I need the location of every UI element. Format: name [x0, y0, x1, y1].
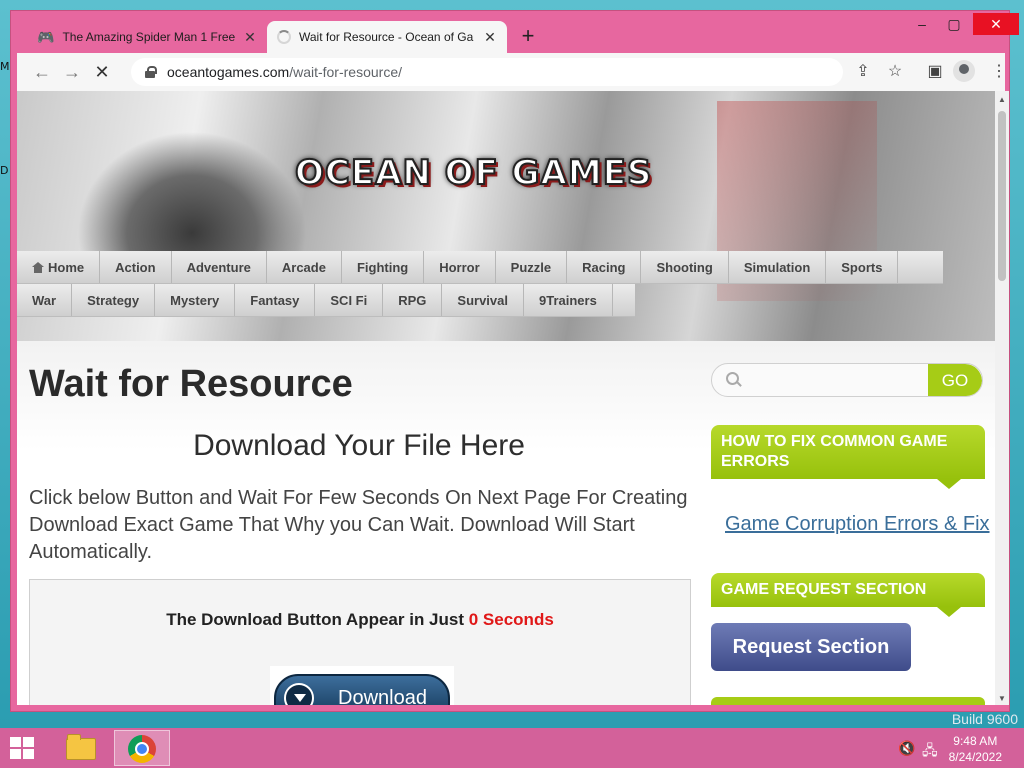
nav-item-sports[interactable]: Sports [826, 251, 899, 283]
nav-item-war[interactable]: War [17, 284, 73, 316]
lock-icon[interactable] [145, 66, 157, 78]
chrome-icon [128, 735, 156, 763]
nav-item-racing[interactable]: Racing [567, 251, 642, 283]
nav-item-9trainers[interactable]: 9Trainers [524, 284, 613, 316]
sidebar-heading-fix-errors: HOW TO FIX COMMON GAME ERRORS [711, 425, 985, 489]
request-section-button[interactable]: Request Section [711, 623, 911, 671]
main-content: Wait for Resource Download Your File Her… [17, 341, 995, 705]
taskbar: 🔇 🖧 9:48 AM 8/24/2022 [0, 728, 1024, 768]
instructions-text: Click below Button and Wait For Few Seco… [29, 487, 688, 563]
nav-label: Home [48, 260, 85, 275]
folder-icon [66, 734, 96, 760]
tab-wait-for-resource[interactable]: Wait for Resource - Ocean of Ga ✕ [267, 21, 507, 53]
volume-muted-icon[interactable]: 🔇 [898, 740, 915, 757]
minimize-button[interactable]: – [907, 13, 937, 35]
stop-loading-button[interactable]: ✕ [87, 62, 117, 83]
new-tab-button[interactable]: + [517, 25, 539, 47]
forward-button[interactable]: → [57, 62, 87, 83]
back-button[interactable]: ← [27, 62, 57, 83]
link-game-corruption-errors[interactable]: Game Corruption Errors & Fix [725, 513, 990, 536]
close-icon[interactable]: ✕ [481, 29, 499, 46]
download-subheading: Download Your File Here [193, 429, 525, 462]
nav-item-mystery[interactable]: Mystery [155, 284, 236, 316]
countdown-value: 0 Seconds [468, 610, 554, 629]
nav-item-arcade[interactable]: Arcade [267, 251, 342, 283]
nav-item-horror[interactable]: Horror [424, 251, 496, 283]
page-title: Wait for Resource [29, 363, 353, 405]
nav-item-adventure[interactable]: Adventure [172, 251, 267, 283]
close-icon[interactable]: ✕ [241, 29, 259, 46]
sidebar-heading-game-request: GAME REQUEST SECTION [711, 573, 985, 617]
countdown-message: The Download Button Appear in Just 0 Sec… [30, 610, 690, 630]
side-panel-icon[interactable]: ▣ [923, 61, 947, 81]
sidebar-next-heading [711, 697, 985, 705]
home-icon [32, 262, 44, 273]
site-logo[interactable]: OCEAN OF GAMES [294, 152, 652, 194]
nav-item-strategy[interactable]: Strategy [72, 284, 156, 316]
menu-kebab-icon[interactable]: ⋮ [987, 61, 1011, 81]
download-button[interactable]: Download [274, 674, 450, 705]
loading-icon [277, 30, 291, 44]
scroll-down-arrow-icon[interactable]: ▼ [995, 694, 1009, 703]
download-arrow-icon [284, 683, 314, 705]
countdown-label: The Download Button Appear in Just [166, 610, 465, 629]
search-input[interactable] [748, 370, 918, 392]
network-icon[interactable]: 🖧 [922, 740, 938, 764]
gamepad-icon: 🎮 [37, 28, 55, 45]
build-watermark: Build 9600 [951, 711, 1018, 727]
browser-toolbar: ← → ✕ oceantogames.com/wait-for-resource… [17, 53, 1007, 91]
nav-item-fighting[interactable]: Fighting [342, 251, 425, 283]
scrollbar-thumb[interactable] [998, 111, 1006, 281]
nav-item-survival[interactable]: Survival [442, 284, 524, 316]
nav-row: Home Action Adventure Arcade Fighting Ho… [17, 251, 943, 284]
nav-item-simulation[interactable]: Simulation [729, 251, 827, 283]
category-nav: Home Action Adventure Arcade Fighting Ho… [17, 251, 943, 317]
nav-item-shooting[interactable]: Shooting [641, 251, 729, 283]
windows-start-icon[interactable] [10, 737, 36, 761]
url-host: oceantogames.com [167, 64, 290, 80]
site-search: GO [711, 363, 983, 397]
desktop-icon-label[interactable]: D [0, 164, 8, 177]
close-window-button[interactable]: ✕ [973, 13, 1019, 35]
page-scrollbar[interactable]: ▲ ▼ [995, 91, 1009, 705]
clock-date: 8/24/2022 [948, 750, 1002, 764]
maximize-button[interactable]: ▢ [939, 13, 969, 35]
nav-item-rpg[interactable]: RPG [383, 284, 443, 316]
nav-item-puzzle[interactable]: Puzzle [496, 251, 568, 283]
system-clock[interactable]: 9:48 AM 8/24/2022 [949, 733, 1002, 765]
nav-item-sci-fi[interactable]: SCI Fi [315, 284, 384, 316]
url-path: /wait-for-resource/ [289, 64, 402, 80]
share-icon[interactable]: ⇪ [851, 61, 875, 81]
tab-spiderman[interactable]: 🎮 The Amazing Spider Man 1 Free ✕ [27, 21, 267, 53]
download-button-label: Download [338, 686, 427, 706]
nav-item-action[interactable]: Action [100, 251, 172, 283]
search-icon [726, 372, 740, 386]
scroll-up-arrow-icon[interactable]: ▲ [995, 95, 1009, 104]
browser-window: 🎮 The Amazing Spider Man 1 Free ✕ Wait f… [10, 10, 1019, 712]
clock-time: 9:48 AM [953, 734, 998, 748]
taskbar-chrome[interactable] [114, 730, 170, 766]
download-button-frame: Download [270, 666, 454, 705]
profile-avatar[interactable] [953, 60, 975, 82]
taskbar-file-explorer[interactable] [52, 730, 108, 766]
nav-row: War Strategy Mystery Fantasy SCI Fi RPG … [17, 284, 635, 317]
download-box: The Download Button Appear in Just 0 Sec… [29, 579, 691, 705]
search-go-button[interactable]: GO [928, 364, 982, 396]
tab-strip: 🎮 The Amazing Spider Man 1 Free ✕ Wait f… [11, 11, 1019, 53]
address-bar[interactable]: oceantogames.com/wait-for-resource/ [131, 58, 843, 86]
nav-item-home[interactable]: Home [17, 251, 101, 283]
bookmark-star-icon[interactable]: ☆ [883, 61, 907, 81]
tab-title: The Amazing Spider Man 1 Free [62, 30, 236, 44]
desktop-icon-label[interactable]: M [0, 60, 10, 73]
tab-title: Wait for Resource - Ocean of Ga [299, 30, 474, 44]
page-viewport: OCEAN OF GAMES Home Action Adventure Arc… [17, 91, 995, 705]
nav-item-fantasy[interactable]: Fantasy [235, 284, 316, 316]
